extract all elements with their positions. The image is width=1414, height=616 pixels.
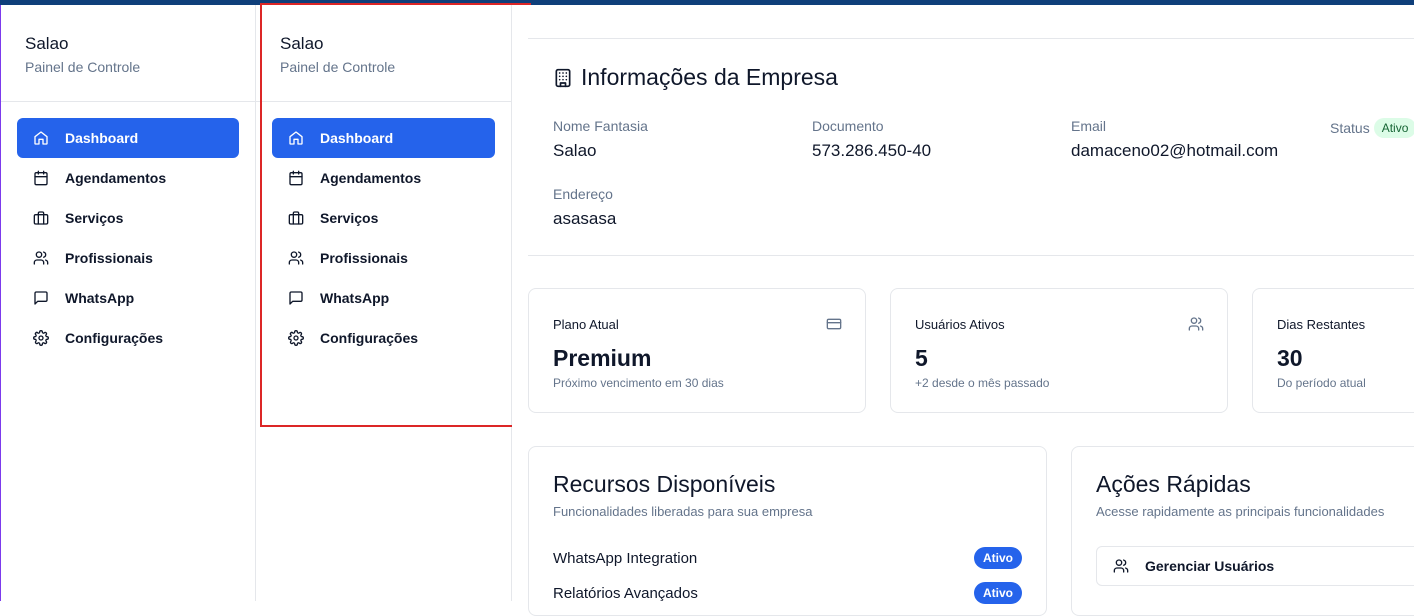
quick-actions-title: Ações Rápidas <box>1096 471 1251 497</box>
main-content: Informações da Empresa Nome Fantasia Sal… <box>512 5 1414 616</box>
quick-actions-card: Ações Rápidas Acesse rapidamente as prin… <box>1071 446 1414 616</box>
resources-card: Recursos Disponíveis Funcionalidades lib… <box>528 446 1047 616</box>
field-label: Nome Fantasia <box>553 118 648 134</box>
users-icon <box>33 251 49 265</box>
gear-icon <box>33 330 49 346</box>
status-badge: Ativo <box>1373 118 1414 138</box>
credit-card-icon <box>826 318 842 330</box>
stat-title: Usuários Ativos <box>915 317 1005 332</box>
sidebar-item-servicos[interactable]: Serviços <box>17 198 239 238</box>
stat-card-usuarios: Usuários Ativos 5 +2 desde o mês passado <box>890 288 1228 413</box>
app-title: Salao <box>25 34 69 53</box>
building-icon <box>555 68 571 87</box>
sidebar-item-dashboard[interactable]: Dashboard <box>17 118 239 158</box>
field-label: Status <box>1330 120 1370 136</box>
stat-value: 30 <box>1277 345 1303 371</box>
status-badge: Ativo <box>974 547 1022 569</box>
resource-item: Relatórios Avançados Ativo <box>553 581 1022 605</box>
sidebar-item-label: Profissionais <box>65 250 153 266</box>
field-label: Documento <box>812 118 884 134</box>
stat-card-plano: Plano Atual Premium Próximo vencimento e… <box>528 288 866 413</box>
field-nome-fantasia: Nome Fantasia Salao <box>553 118 648 161</box>
users-icon <box>1113 559 1129 573</box>
stat-title: Dias Restantes <box>1277 317 1366 332</box>
resource-label: WhatsApp Integration <box>553 549 698 567</box>
calendar-icon <box>34 170 48 186</box>
field-value: Salao <box>553 141 597 160</box>
stat-value: 5 <box>915 345 928 371</box>
company-info-card: Informações da Empresa Nome Fantasia Sal… <box>528 38 1414 256</box>
sidebar-item-label: WhatsApp <box>65 290 135 306</box>
sidebar-item-label: Serviços <box>65 210 124 226</box>
quick-actions-subtitle: Acesse rapidamente as principais funcion… <box>1096 504 1385 519</box>
highlight-box <box>260 3 531 427</box>
stat-subtitle: +2 desde o mês passado <box>915 376 1050 390</box>
field-email: Email damaceno02@hotmail.com <box>1071 118 1278 161</box>
home-icon <box>34 131 48 145</box>
resource-item: WhatsApp Integration Ativo <box>553 546 1022 570</box>
sidebar-header: Salao Painel de Controle <box>1 5 255 102</box>
field-label: Endereço <box>553 186 613 202</box>
field-status: Status Ativo <box>1330 118 1414 138</box>
stat-card-dias: Dias Restantes 30 Do período atual <box>1252 288 1414 413</box>
app-subtitle: Painel de Controle <box>25 59 141 75</box>
field-value: 573.286.450-40 <box>812 141 932 160</box>
company-title-text: Informações da Empresa <box>581 64 838 90</box>
sidebar-item-label: Dashboard <box>65 130 139 146</box>
resource-label: Relatórios Avançados <box>553 584 698 602</box>
sidebar: Salao Painel de Controle Dashboard Agend… <box>0 5 256 601</box>
sidebar-item-whatsapp[interactable]: WhatsApp <box>17 278 239 318</box>
quick-action-label: Gerenciar Usuários <box>1145 558 1275 574</box>
field-endereco: Endereço asasasa <box>553 186 616 229</box>
sidebar-item-agendamentos[interactable]: Agendamentos <box>17 158 239 198</box>
message-icon <box>34 291 48 305</box>
field-label: Email <box>1071 118 1107 134</box>
sidebar-item-label: Configurações <box>65 330 164 346</box>
field-documento: Documento 573.286.450-40 <box>812 118 931 161</box>
stat-title: Plano Atual <box>553 317 619 332</box>
stat-subtitle: Do período atual <box>1277 376 1366 390</box>
field-value: asasasa <box>553 209 617 228</box>
briefcase-icon <box>33 211 49 225</box>
users-icon <box>1188 317 1204 331</box>
sidebar-nav: Dashboard Agendamentos Serviços Profissi… <box>1 102 255 358</box>
stat-subtitle: Próximo vencimento em 30 dias <box>553 376 724 390</box>
resources-title: Recursos Disponíveis <box>553 471 776 497</box>
company-title: Informações da Empresa <box>553 64 838 91</box>
resources-subtitle: Funcionalidades liberadas para sua empre… <box>553 504 813 519</box>
field-value: damaceno02@hotmail.com <box>1071 141 1279 160</box>
manage-users-button[interactable]: Gerenciar Usuários <box>1096 546 1414 586</box>
sidebar-item-profissionais[interactable]: Profissionais <box>17 238 239 278</box>
stat-value: Premium <box>553 345 652 371</box>
sidebar-item-configuracoes[interactable]: Configurações <box>17 318 239 358</box>
sidebar-item-label: Agendamentos <box>65 170 167 186</box>
